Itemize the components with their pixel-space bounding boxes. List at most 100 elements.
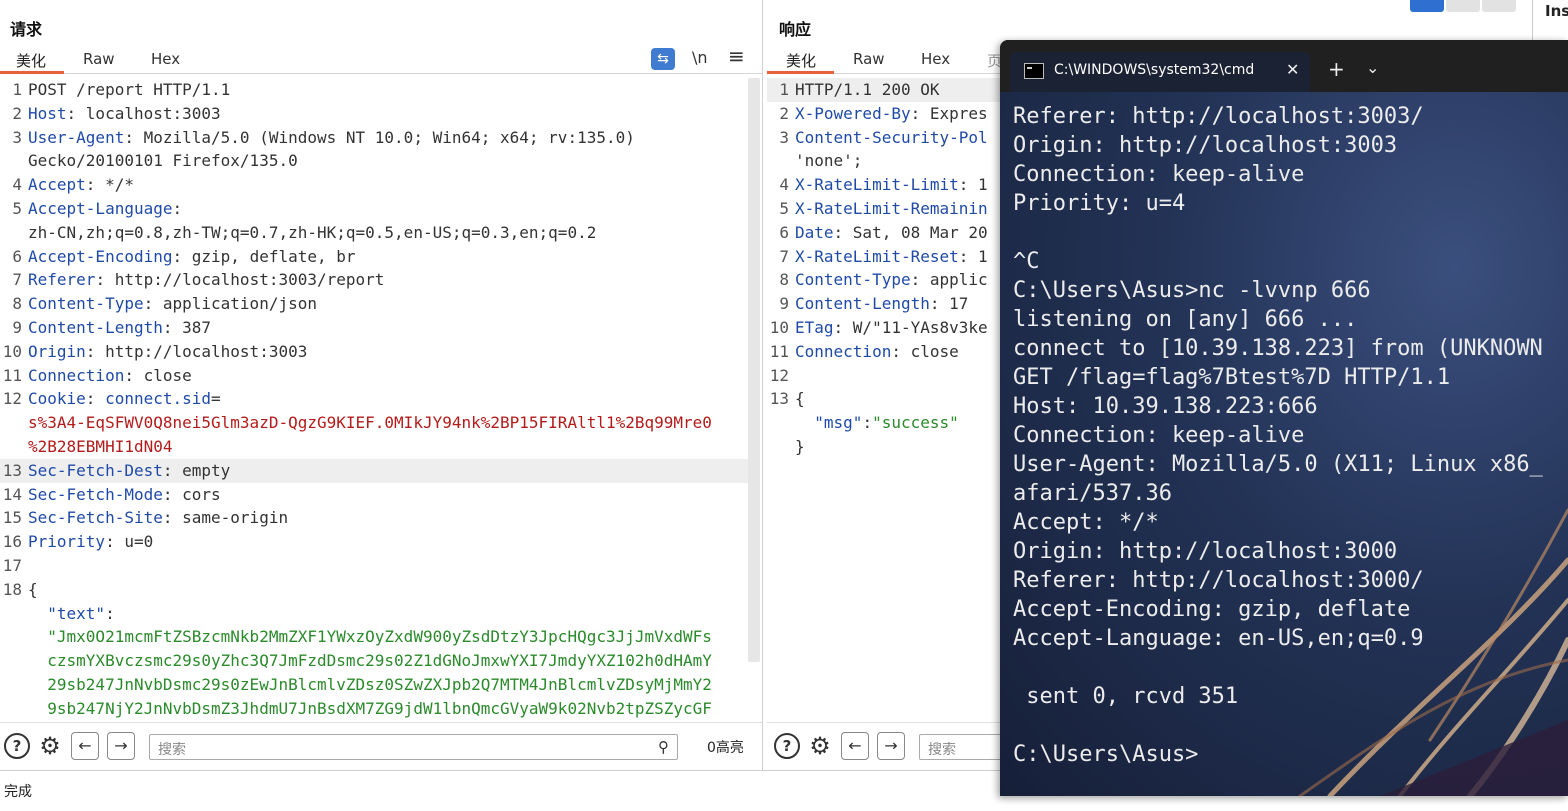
- terminal-line: Origin: http://localhost:3003: [1013, 133, 1398, 158]
- line-code: Content-Type: application/json: [28, 292, 317, 316]
- header-key: Content-Length: [795, 294, 930, 314]
- terminal-tab[interactable]: C:\WINDOWS\system32\cmd ✕: [1010, 52, 1310, 92]
- terminal-tab-title: C:\WINDOWS\system32\cmd: [1054, 62, 1255, 78]
- gear-icon[interactable]: ⚙: [807, 733, 833, 759]
- request-search-input[interactable]: 搜索 ⚲: [149, 734, 678, 760]
- header-key: Content-Length: [28, 317, 163, 337]
- code-line: 7 X-RateLimit-Reset: 1: [767, 245, 1007, 269]
- search-icon: ⚲: [658, 738, 669, 756]
- header-key: Sec-Fetch-Site: [28, 508, 163, 528]
- terminal-line: Origin: http://localhost:3000: [1013, 539, 1398, 564]
- layout-side-by-side-button[interactable]: [1410, 0, 1444, 12]
- line-code: Sec-Fetch-Site: same-origin: [28, 506, 288, 530]
- tab-hex[interactable]: Hex: [151, 50, 180, 68]
- line-code: Date: Sat, 08 Mar 20: [795, 221, 988, 245]
- line-code: zh-CN,zh;q=0.8,zh-TW;q=0.7,zh-HK;q=0.5,e…: [28, 221, 596, 245]
- code-line: 3 Content-Security-Pol: [767, 126, 1007, 150]
- cmd-icon: [1024, 63, 1044, 79]
- terminal-window[interactable]: C:\WINDOWS\system32\cmd ✕ + ⌄ Referer: h…: [1000, 40, 1568, 796]
- line-code: X-Powered-By: Expres: [795, 102, 988, 126]
- header-key: Host: [28, 103, 67, 123]
- help-icon[interactable]: ?: [774, 733, 800, 759]
- code-text: %2B28EBMHI1dN04: [28, 436, 173, 456]
- code-text: : http://localhost:3003: [85, 341, 308, 361]
- menu-icon[interactable]: ≡: [728, 44, 745, 68]
- chevron-down-icon[interactable]: ⌄: [1366, 58, 1379, 77]
- tab-pretty[interactable]: 美化: [786, 50, 816, 71]
- code-text: : cors: [162, 484, 221, 504]
- prev-match-button[interactable]: ←: [841, 732, 869, 760]
- code-line: 11 Connection: close: [0, 364, 748, 388]
- code-line: 8 Content-Type: applic: [767, 268, 1007, 292]
- tab-pretty[interactable]: 美化: [16, 50, 46, 71]
- line-code: Accept: */*: [28, 173, 134, 197]
- code-line: 13 Sec-Fetch-Dest: empty: [0, 458, 748, 483]
- tab-raw[interactable]: Raw: [83, 50, 115, 68]
- line-number: 12: [2, 389, 22, 409]
- terminal-output[interactable]: Referer: http://localhost:3003/Origin: h…: [1013, 102, 1568, 769]
- line-number: 8: [779, 270, 789, 290]
- line-code: Gecko/20100101 Firefox/135.0: [28, 149, 298, 173]
- gear-icon[interactable]: ⚙: [37, 733, 63, 759]
- inspector-tab[interactable]: Ins: [1532, 0, 1568, 40]
- line-code: "Jmx0O21mcmFtZSBzcmNkb2MmZXF1YWxzOyZxdW9…: [28, 625, 712, 649]
- line-code: Priority: u=0: [28, 530, 153, 554]
- line-number: 7: [12, 270, 22, 290]
- tab-hex[interactable]: Hex: [921, 50, 950, 68]
- word-wrap-icon[interactable]: ⇆: [651, 48, 675, 70]
- terminal-line: Accept-Encoding: gzip, deflate: [1013, 597, 1411, 622]
- prev-match-button[interactable]: ←: [71, 732, 99, 760]
- code-line: %2B28EBMHI1dN04: [0, 435, 748, 459]
- code-text: 9sb247NjY2JnNvbDsmZ3JhdmU7JnBsdXM7ZG9jdW…: [28, 698, 712, 718]
- response-editor[interactable]: 1 HTTP/1.1 200 OK 2 X-Powered-By: Expres 3 Co…: [767, 78, 1007, 722]
- code-line: 5 X-RateLimit-Remainin: [767, 197, 1007, 221]
- next-match-button[interactable]: →: [107, 732, 135, 760]
- terminal-line: ^C: [1013, 249, 1040, 274]
- code-text: : Expres: [910, 103, 988, 123]
- line-number: 1: [12, 80, 22, 99]
- request-editor[interactable]: 1 POST /report HTTP/1.1 2 Host: localhost:3…: [0, 78, 748, 722]
- code-text: : applic: [910, 270, 988, 290]
- tab-raw[interactable]: Raw: [853, 50, 885, 68]
- line-number: 11: [2, 365, 22, 385]
- header-key: Date: [795, 222, 834, 242]
- header-key: Connection: [28, 365, 125, 385]
- terminal-line: Accept: */*: [1013, 510, 1159, 535]
- newline-toggle[interactable]: \n: [692, 48, 708, 67]
- line-number: 13: [2, 460, 22, 480]
- new-tab-button[interactable]: +: [1328, 57, 1345, 81]
- code-text: :: [862, 413, 873, 433]
- header-key: Priority: [28, 532, 106, 552]
- line-number: 5: [12, 198, 22, 218]
- code-line: 9sb247NjY2JnNvbDsmZ3JhdmU7JnBsdXM7ZG9jdW…: [0, 697, 748, 721]
- line-number: 16: [2, 532, 22, 552]
- code-text: "Jmx0O21mcmFtZSBzcmNkb2MmZXF1YWxzOyZxdW9…: [28, 627, 712, 647]
- code-line: 11 Connection: close: [767, 340, 1007, 364]
- highlight-count: 0高亮: [707, 740, 744, 756]
- layout-vertical-button[interactable]: [1446, 0, 1480, 12]
- line-code: ETag: W/"11-YAs8v3ke: [795, 316, 988, 340]
- response-search-input[interactable]: 搜索: [919, 734, 1009, 760]
- close-icon[interactable]: ✕: [1286, 60, 1299, 79]
- code-line: 29sb247JnNvbDsmc29s0zEwJnBlcmlvZDsz0SZwZ…: [0, 673, 748, 697]
- status-text: 完成: [4, 784, 32, 800]
- terminal-line: Referer: http://localhost:3000/: [1013, 568, 1424, 593]
- header-key: User-Agent: [28, 127, 125, 147]
- code-text: : W/"11-YAs8v3ke: [833, 317, 988, 337]
- request-panel: 请求 美化 Raw Hex ⇆ \n ≡ 1 POST /report HTTP/…: [0, 0, 763, 770]
- code-line: }: [767, 435, 1007, 459]
- code-text: czsmYXBvczsmc29s0yZhc3Q7JmFzdDsmc29s02Z1…: [28, 651, 712, 671]
- code-line: "Jmx0O21mcmFtZSBzcmNkb2MmZXF1YWxzOyZxdW9…: [0, 625, 748, 649]
- line-code: Content-Length: 17: [795, 292, 968, 316]
- code-text: : 1: [958, 246, 988, 266]
- terminal-line: C:\Users\Asus>nc -lvvnp 666: [1013, 278, 1371, 303]
- request-scrollbar[interactable]: [748, 78, 760, 662]
- next-match-button[interactable]: →: [877, 732, 905, 760]
- header-key: X-RateLimit-Limit: [795, 175, 959, 195]
- header-key: Sec-Fetch-Dest: [28, 460, 163, 480]
- line-number: 7: [779, 246, 789, 266]
- help-icon[interactable]: ?: [4, 733, 30, 759]
- line-code: Origin: http://localhost:3003: [28, 340, 307, 364]
- layout-tabs-button[interactable]: [1482, 0, 1516, 12]
- line-code: Content-Length: 387: [28, 316, 211, 340]
